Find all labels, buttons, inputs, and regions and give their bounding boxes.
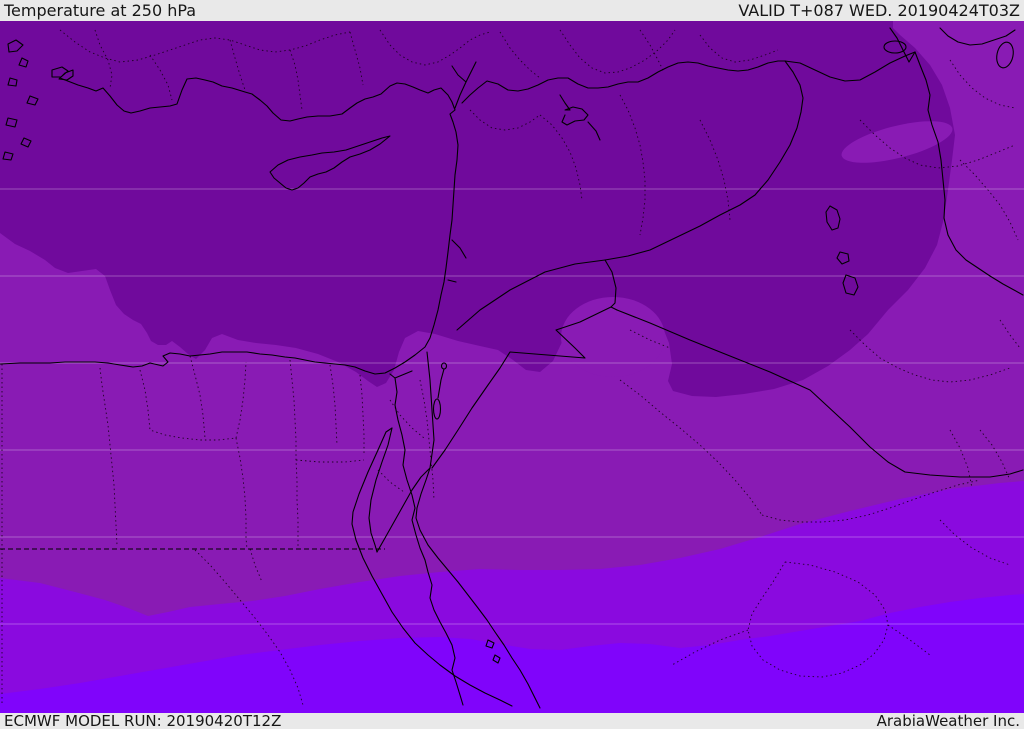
- band-medium-inclusion-jordan: [561, 297, 665, 377]
- model-run-label: ECMWF MODEL RUN: 20190420T12Z: [4, 712, 282, 730]
- temperature-bands: [0, 21, 1024, 713]
- valid-time-label: VALID T+087 WED. 20190424T03Z: [738, 1, 1020, 20]
- credit-label: ArabiaWeather Inc.: [876, 712, 1020, 730]
- footer-bar: ECMWF MODEL RUN: 20190420T12Z ArabiaWeat…: [0, 713, 1024, 729]
- weather-map: [0, 21, 1024, 713]
- header-bar: Temperature at 250 hPa VALID T+087 WED. …: [0, 0, 1024, 21]
- page-title: Temperature at 250 hPa: [4, 1, 197, 20]
